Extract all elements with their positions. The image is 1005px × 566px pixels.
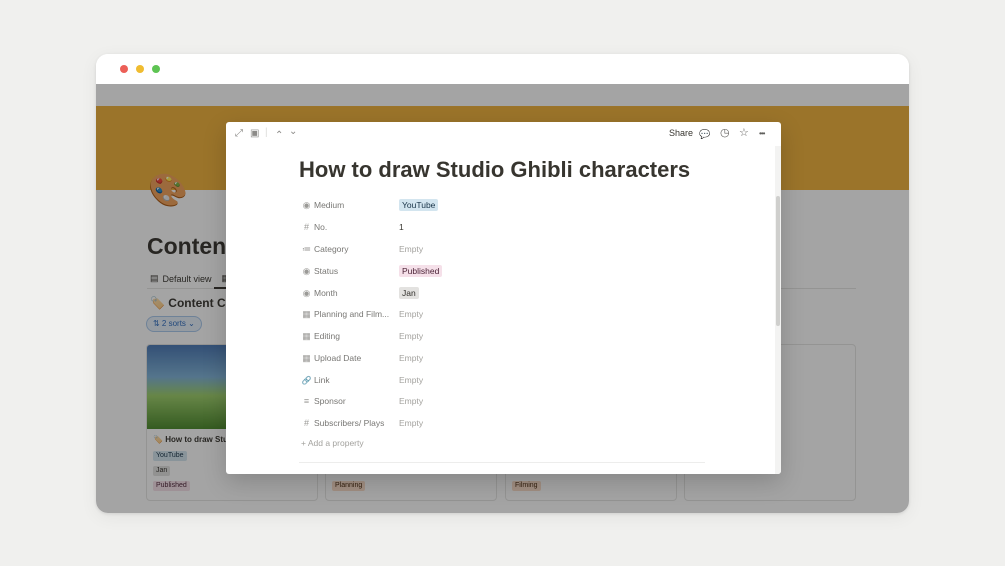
property-name[interactable]: Link xyxy=(314,375,330,385)
multi-select-icon: ≔ xyxy=(302,244,311,254)
calendar-icon: ▦ xyxy=(302,309,311,319)
property-row-no[interactable]: # No. 1 xyxy=(301,220,721,236)
property-value[interactable]: Empty xyxy=(399,308,423,320)
property-row-subscribers[interactable]: # Subscribers/ Plays Empty xyxy=(301,416,721,432)
properties-divider xyxy=(299,462,705,463)
property-row-status[interactable]: ◉ Status Published xyxy=(301,264,721,280)
select-icon: ◉ xyxy=(302,266,311,276)
text-icon: ≡ xyxy=(303,396,310,406)
property-name[interactable]: Sponsor xyxy=(314,396,346,406)
window-titlebar xyxy=(96,54,909,84)
property-name[interactable]: Category xyxy=(314,244,349,254)
property-name[interactable]: Editing xyxy=(314,331,340,341)
modal-scrollbar-thumb[interactable] xyxy=(776,196,780,326)
comment-icon[interactable]: 💬 xyxy=(699,128,710,140)
minimize-window-button[interactable] xyxy=(136,65,144,73)
link-icon: 🔗 xyxy=(301,376,312,385)
modal-toolbar: ⤢ ▣ | ⌃ ⌄ Share 💬 ◷ ☆ ••• xyxy=(226,122,781,146)
property-row-category[interactable]: ≔ Category Empty xyxy=(301,242,721,258)
peek-mode-icon[interactable]: ▣ xyxy=(250,128,259,140)
next-page-icon[interactable]: ⌄ xyxy=(289,126,297,138)
property-name[interactable]: Upload Date xyxy=(314,353,361,363)
previous-page-icon[interactable]: ⌃ xyxy=(275,130,283,142)
calendar-icon: ▦ xyxy=(302,331,311,341)
property-value[interactable]: Empty xyxy=(399,374,423,386)
property-value[interactable]: Empty xyxy=(399,395,423,407)
expand-icon[interactable]: ⤢ xyxy=(235,128,243,140)
property-row-upload-date[interactable]: ▦ Upload Date Empty xyxy=(301,351,721,367)
property-value[interactable]: Empty xyxy=(399,330,423,342)
calendar-icon: ▦ xyxy=(302,353,311,363)
property-value[interactable]: Jan xyxy=(399,287,419,299)
property-row-editing[interactable]: ▦ Editing Empty xyxy=(301,329,721,345)
share-button[interactable]: Share xyxy=(669,128,693,138)
history-icon[interactable]: ◷ xyxy=(720,127,730,139)
close-window-button[interactable] xyxy=(120,65,128,73)
property-row-sponsor[interactable]: ≡ Sponsor Empty xyxy=(301,394,721,410)
property-row-month[interactable]: ◉ Month Jan xyxy=(301,286,721,302)
property-value[interactable]: Published xyxy=(399,265,443,277)
star-icon[interactable]: ☆ xyxy=(739,127,749,139)
page-title[interactable]: How to draw Studio Ghibli characters xyxy=(299,157,690,183)
property-row-link[interactable]: 🔗 Link Empty xyxy=(301,373,721,389)
property-row-medium[interactable]: ◉ Medium YouTube xyxy=(301,198,721,214)
property-name[interactable]: Status xyxy=(314,266,338,276)
select-icon: ◉ xyxy=(302,200,311,210)
toolbar-divider: | xyxy=(265,127,268,138)
property-name[interactable]: No. xyxy=(314,222,327,232)
maximize-window-button[interactable] xyxy=(152,65,160,73)
property-row-planning[interactable]: ▦ Planning and Film... Empty xyxy=(301,307,721,323)
property-name[interactable]: Subscribers/ Plays xyxy=(314,418,384,428)
property-value[interactable]: YouTube xyxy=(399,199,439,211)
page-peek-modal: ⤢ ▣ | ⌃ ⌄ Share 💬 ◷ ☆ ••• How to draw St… xyxy=(226,122,781,474)
property-value[interactable]: Empty xyxy=(399,243,423,255)
number-icon: # xyxy=(303,418,309,428)
property-name[interactable]: Medium xyxy=(314,200,344,210)
property-value[interactable]: Empty xyxy=(399,352,423,364)
property-name[interactable]: Planning and Film... xyxy=(314,309,389,319)
property-name[interactable]: Month xyxy=(314,288,338,298)
select-icon: ◉ xyxy=(302,288,311,298)
add-property-button[interactable]: + Add a property xyxy=(301,438,364,448)
more-options-icon[interactable]: ••• xyxy=(759,128,765,140)
property-value[interactable]: 1 xyxy=(399,221,404,233)
property-value[interactable]: Empty xyxy=(399,417,423,429)
number-icon: # xyxy=(303,222,309,232)
